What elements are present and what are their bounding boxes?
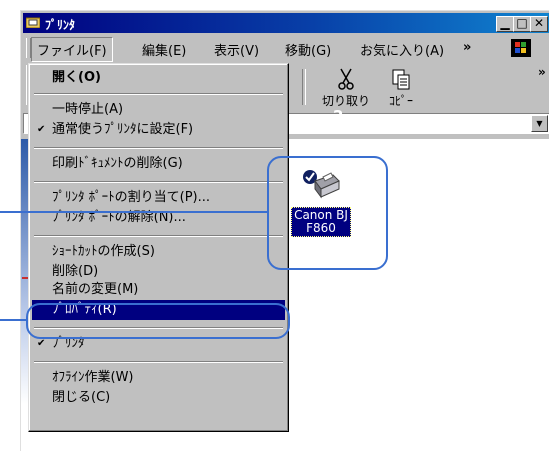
- menu-view[interactable]: 表示(V): [214, 40, 259, 59]
- menu-item-work-offline[interactable]: ｵﾌﾗｲﾝ作業(W): [32, 368, 285, 388]
- menu-separator: [34, 361, 283, 363]
- annotation-pointer-line: [0, 319, 27, 321]
- menu-item-capture-port-label: ﾌﾟﾘﾝﾀ ﾎﾟｰﾄの割り当て(P)...: [52, 190, 211, 205]
- printers-folder-icon: [26, 17, 40, 28]
- menu-item-pause[interactable]: 一時停止(A): [32, 100, 285, 120]
- menu-separator: [34, 147, 283, 149]
- menu-item-capture-port[interactable]: ﾌﾟﾘﾝﾀ ﾎﾟｰﾄの割り当て(P)...: [32, 188, 285, 208]
- toolbar-more-chevron[interactable]: »: [538, 65, 546, 79]
- menu-item-purge-documents[interactable]: 印刷ﾄﾞｷｭﾒﾝﾄの削除(G): [32, 154, 285, 174]
- menu-item-create-shortcut[interactable]: ｼｮｰﾄｶｯﾄの作成(S): [32, 242, 285, 262]
- toolbar-separator: [302, 69, 306, 105]
- title-bar[interactable]: ﾌﾟﾘﾝﾀ ▁ □ ✕: [23, 13, 549, 33]
- menu-item-create-shortcut-label: ｼｮｰﾄｶｯﾄの作成(S): [52, 244, 155, 259]
- menu-item-open[interactable]: 開く(O): [32, 68, 285, 88]
- menu-item-pause-label: 一時停止(A): [52, 102, 124, 117]
- menu-item-set-default[interactable]: ✔ 通常使うﾌﾟﾘﾝﾀに設定(F): [32, 120, 285, 140]
- menubar-more-chevron[interactable]: »: [463, 40, 471, 55]
- menu-item-work-offline-label: ｵﾌﾗｲﾝ作業(W): [52, 370, 134, 385]
- close-button[interactable]: ✕: [530, 16, 548, 32]
- menu-item-delete-label: 削除(D): [52, 264, 99, 279]
- annotation-properties-highlight: [26, 303, 290, 339]
- windows-logo-icon: [511, 39, 531, 57]
- menu-item-open-label: 開く(O): [52, 70, 101, 85]
- menu-item-delete[interactable]: 削除(D): [32, 262, 285, 282]
- address-dropdown-button[interactable]: ▼: [531, 115, 548, 132]
- copy-button[interactable]: ｺﾋﾟｰ: [376, 67, 426, 109]
- menu-separator: [34, 181, 283, 183]
- menu-item-rename[interactable]: 名前の変更(M): [32, 280, 285, 300]
- annotation-printer-highlight: [267, 156, 388, 270]
- annotation-pointer-line: [0, 211, 268, 213]
- cut-label: 切り取り: [321, 94, 370, 108]
- copy-label: ｺﾋﾟｰ: [388, 94, 413, 108]
- scissors-icon: [338, 68, 354, 90]
- copy-icon: [392, 69, 410, 90]
- menu-separator: [34, 93, 283, 95]
- menu-item-close[interactable]: 閉じる(C): [32, 388, 285, 408]
- menu-favorites[interactable]: お気に入り(A): [360, 40, 444, 59]
- menu-bar: ファイル(F) 編集(E) 表示(V) 移動(G) お気に入り(A) »: [23, 36, 549, 62]
- file-menu-dropdown: 開く(O) 一時停止(A) ✔ 通常使うﾌﾟﾘﾝﾀに設定(F) 印刷ﾄﾞｷｭﾒﾝ…: [28, 63, 289, 432]
- cut-button[interactable]: 切り取り: [321, 67, 371, 109]
- menu-item-set-default-label: 通常使うﾌﾟﾘﾝﾀに設定(F): [52, 122, 194, 137]
- menu-item-close-label: 閉じる(C): [52, 390, 111, 405]
- menu-item-rename-label: 名前の変更(M): [52, 282, 139, 297]
- menu-go[interactable]: 移動(G): [285, 40, 331, 59]
- window-title: ﾌﾟﾘﾝﾀ: [45, 18, 76, 32]
- callout-number: 2: [333, 107, 344, 125]
- menu-item-purge-documents-label: 印刷ﾄﾞｷｭﾒﾝﾄの削除(G): [52, 156, 183, 171]
- menu-separator: [34, 235, 283, 237]
- minimize-button[interactable]: ▁: [496, 16, 514, 32]
- menu-file[interactable]: ファイル(F): [31, 37, 113, 62]
- check-icon: ✔: [37, 124, 46, 135]
- menu-edit[interactable]: 編集(E): [142, 40, 186, 59]
- maximize-button[interactable]: □: [513, 16, 531, 32]
